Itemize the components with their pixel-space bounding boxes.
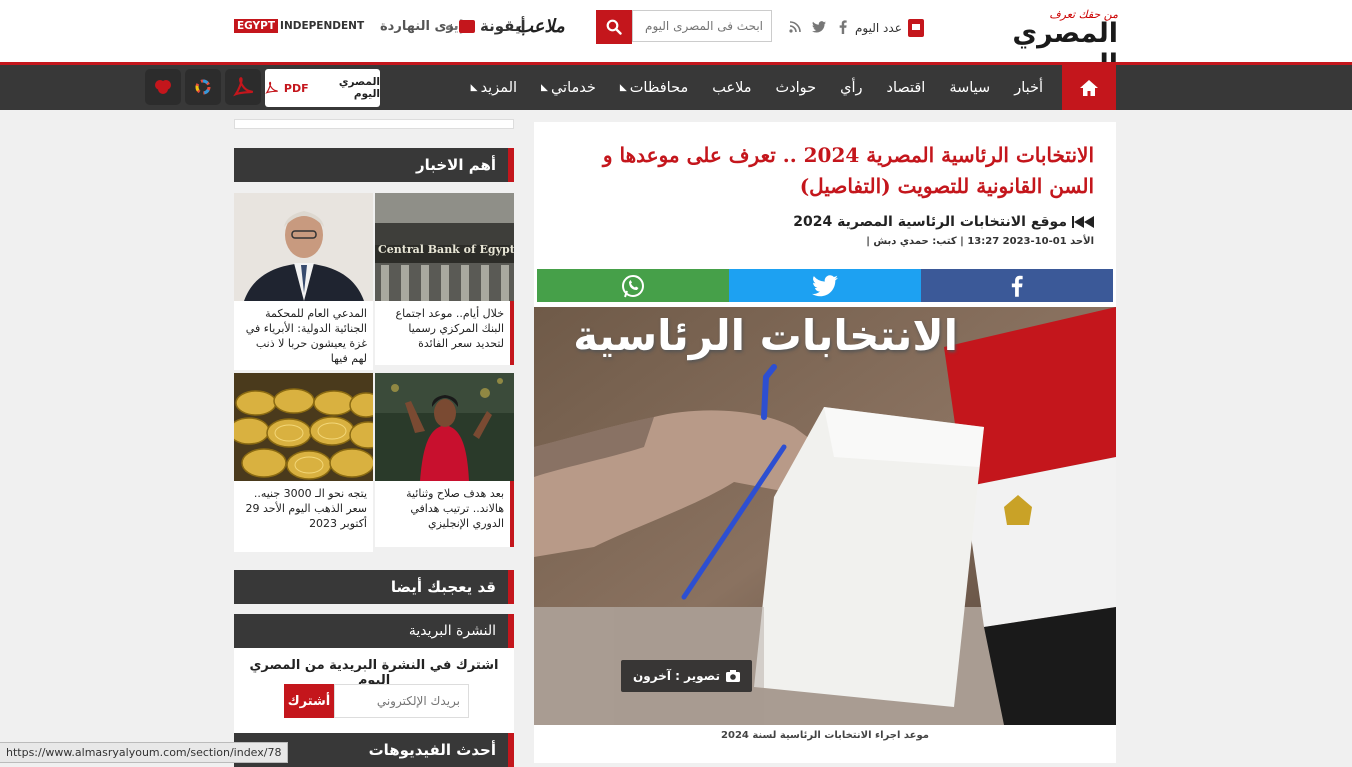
might-like-heading: قد يعجبك أيضا	[234, 570, 514, 604]
site-logo[interactable]: من حقك تعرف المصري اليوم	[938, 8, 1119, 80]
colors-app-button[interactable]	[185, 69, 221, 105]
article-subtitle-row: موقع الانتخابات الرئاسية المصرية 2024	[793, 214, 1094, 230]
browser-status-url: https://www.almasryalyoum.com/section/in…	[0, 742, 289, 763]
home-button[interactable]	[1062, 65, 1116, 110]
salah-image	[375, 373, 514, 481]
top-news-heading: أهم الاخبار	[234, 148, 514, 182]
sidebar-ad-strip	[234, 119, 514, 129]
nav-item-news[interactable]: أخبار	[1002, 80, 1055, 96]
article-subtitle: موقع الانتخابات الرئاسية المصرية 2024	[793, 214, 1067, 230]
share-whatsapp-button[interactable]	[537, 269, 729, 302]
rss-icon[interactable]	[788, 20, 802, 34]
pdf-icon	[233, 77, 253, 97]
nav-item-politics[interactable]: سياسة	[937, 80, 1002, 96]
search-input[interactable]	[633, 11, 771, 41]
pdf-icon	[265, 81, 278, 94]
nav-menu: أخبار سياسة اقتصاد رأي حوادث ملاعب محافظ…	[405, 65, 1055, 110]
article-title: الانتخابات الرئاسية المصرية 2024 .. تعرف…	[602, 143, 1094, 198]
nav-item-label: رأي	[840, 79, 863, 96]
share-twitter-button[interactable]	[729, 269, 921, 302]
share-facebook-button[interactable]	[921, 269, 1113, 302]
news-card-text: خلال أيام.. موعد اجتماع البنك المركزي رس…	[375, 301, 514, 365]
egypt-label: EGYPT	[234, 19, 279, 33]
search-icon	[606, 19, 622, 35]
red-app-button[interactable]	[145, 69, 181, 105]
facebook-icon	[1011, 275, 1023, 297]
zay-elnaharda-logo[interactable]: زى النهاردة	[380, 12, 475, 40]
hero-image-text: الانتخابات الرئاسية	[573, 311, 958, 360]
nav-item-label: أخبار	[1014, 79, 1043, 96]
article-meta: الأحد 01-10-2023 13:27 | كتب: حمدي دبش |	[866, 236, 1094, 247]
nav-item-sports[interactable]: ملاعب	[700, 80, 763, 96]
dropdown-triangle-icon: ◣	[470, 82, 478, 93]
news-card-text: يتجه نحو الـ 3000 جنيه.. سعر الذهب اليوم…	[245, 487, 368, 530]
whatsapp-icon	[622, 274, 644, 297]
header-social-links	[788, 20, 850, 34]
news-card-central-bank[interactable]: Central Bank of Egypt خلال أيام.. موعد ا…	[375, 193, 514, 365]
gold-bangles-image	[234, 373, 373, 481]
egypt-independent-logo[interactable]: EGYPT INDEPENDENT	[234, 12, 366, 40]
zay-elnaharda-label: زى النهاردة	[380, 18, 454, 34]
central-bank-image: Central Bank of Egypt	[375, 193, 514, 301]
twitter-icon[interactable]	[812, 20, 826, 34]
nav-item-services[interactable]: خدماتي ◣	[529, 80, 608, 96]
facebook-icon[interactable]	[836, 20, 850, 34]
nav-item-opinion[interactable]: رأي	[828, 80, 874, 96]
nav-item-label: خدماتي	[550, 79, 596, 96]
nav-item-economy[interactable]: اقتصاد	[875, 80, 938, 96]
search-field[interactable]	[632, 10, 772, 42]
twitter-icon	[812, 274, 838, 296]
newsletter-heading: النشرة البريدية	[234, 614, 514, 648]
subscribe-button[interactable]: أشترك	[284, 684, 334, 718]
todays-issue-label: عدد اليوم	[855, 21, 902, 35]
ayqona-logo[interactable]: أيقونة	[480, 12, 526, 40]
independent-label: INDEPENDENT	[280, 20, 365, 32]
nav-item-accidents[interactable]: حوادث	[764, 80, 829, 96]
image-caption: موعد اجراء الانتخابات الرئاسية لسنة 2024	[721, 730, 929, 741]
nav-item-label: اقتصاد	[886, 79, 926, 96]
nav-item-label: محافظات	[629, 79, 689, 96]
photo-credit-badge: تصوير : آخرون	[621, 660, 752, 692]
nav-item-label: سياسة	[949, 79, 991, 96]
nav-item-more[interactable]: المزيد ◣	[459, 80, 529, 96]
rewind-icon	[1072, 216, 1094, 228]
camera-icon	[725, 670, 740, 682]
nav-item-label: حوادث	[775, 79, 817, 96]
article-container: الانتخابات الرئاسية المصرية 2024 .. تعرف…	[534, 122, 1116, 763]
pdf-tag: PDF	[283, 81, 309, 95]
news-card-text: بعد هدف صلاح وثنائية هالاند.. ترتيب هداف…	[375, 481, 514, 547]
newsletter-form: أشترك	[284, 684, 469, 718]
todays-issue-link[interactable]: عدد اليوم	[855, 18, 924, 38]
image-caption-bank: Central Bank of Egypt	[378, 243, 514, 256]
newspaper-icon	[907, 19, 924, 37]
nav-item-governorates[interactable]: محافظات ◣	[608, 80, 700, 96]
search-button[interactable]	[596, 10, 632, 44]
news-card-gold[interactable]: يتجه نحو الـ 3000 جنيه.. سعر الذهب اليوم…	[234, 373, 373, 552]
share-bar	[537, 269, 1113, 302]
pdf-edition-label: المصري اليوم	[338, 76, 380, 100]
icc-prosecutor-image	[234, 193, 373, 301]
news-card-icc[interactable]: المدعي العام للمحكمة الجنائية الدولية: ا…	[234, 193, 373, 370]
news-card-text: المدعي العام للمحكمة الجنائية الدولية: ا…	[245, 307, 367, 365]
news-card-salah[interactable]: بعد هدف صلاح وثنائية هالاند.. ترتيب هداف…	[375, 373, 514, 547]
newsletter-box: اشترك في النشرة البريدية من المصري اليوم…	[234, 648, 514, 733]
photo-credit-label: تصوير : آخرون	[633, 669, 720, 683]
circle-logo-icon	[195, 79, 211, 95]
newsletter-email-input[interactable]	[334, 684, 469, 718]
dropdown-triangle-icon: ◣	[619, 82, 627, 93]
flower-icon	[155, 80, 171, 94]
home-icon	[1080, 79, 1098, 96]
chat-bubble-icon	[458, 19, 475, 33]
pdf-edition-button[interactable]: المصري اليوم PDF	[265, 69, 380, 107]
nav-item-label: ملاعب	[712, 79, 752, 96]
dropdown-triangle-icon: ◣	[541, 82, 548, 93]
nav-item-label: المزيد	[480, 79, 518, 96]
ayqona-app-button[interactable]	[225, 69, 261, 105]
